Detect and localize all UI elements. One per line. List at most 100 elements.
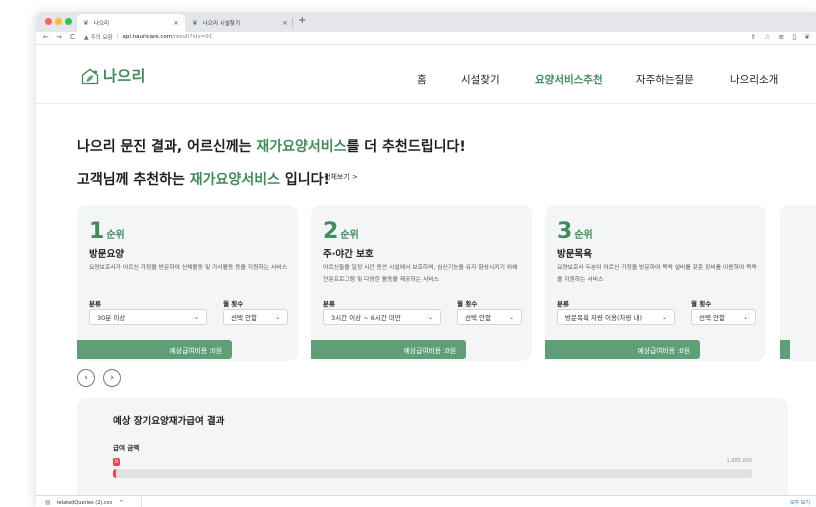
toolbar-actions: ⇪ ☆ ≡ ▯ ❦ [750, 33, 810, 41]
tab-close-icon[interactable]: × [282, 19, 288, 27]
select-value: 방문목욕 차량 이용(차량 내) [565, 314, 643, 322]
site-header: 나으리 홈 시설찾기 요양서비스추천 자주하는질문 나으리소개 [36, 46, 816, 104]
house-leaf-icon [81, 68, 99, 84]
sidebar-icon[interactable]: ▯ [792, 33, 796, 41]
tab-facility-search[interactable]: ❦ 나으리 시설찾기 × [186, 14, 294, 32]
estimated-cost-bar: 예상급여비용 :0원 [311, 340, 466, 359]
minimize-window-button[interactable] [55, 18, 62, 25]
frequency-select[interactable]: 선택 안함 ⌄ [691, 309, 756, 325]
star-icon[interactable]: ☆ [764, 33, 770, 41]
benefit-result-panel: 예상 장기요양재가급여 결과 급여 금액 0 1,885,000 [77, 398, 788, 507]
select-value: 30분 이상 [97, 314, 126, 322]
file-icon: ▤ [45, 499, 51, 506]
extensions-icon[interactable]: ≡ [778, 33, 784, 41]
tab-close-icon[interactable]: × [173, 19, 179, 27]
category-select[interactable]: 방문목욕 차량 이용(차량 내) ⌄ [557, 309, 675, 325]
tab-title: 나으리 [93, 21, 110, 27]
headline-highlight: 재가요양서비스 [256, 139, 347, 155]
nav-about[interactable]: 나으리소개 [730, 72, 778, 87]
rank-number: 1 [89, 219, 105, 244]
service-title: 방문목욕 [557, 249, 592, 260]
chevron-down-icon: ⌄ [193, 313, 199, 321]
site-logo[interactable]: 나으리 [80, 65, 146, 86]
current-amount-badge: 0 [113, 458, 120, 466]
back-button[interactable]: ← [43, 33, 49, 41]
url-path: /result?idx=91 [172, 34, 213, 40]
select-value: 선택 안함 [231, 314, 257, 322]
service-card-1: 1 순위 방문요양 요양보호사가 어르신 가정을 방문하여 신체활동 및 가사활… [77, 205, 298, 361]
tab-nauri[interactable]: ❦ 나으리 × [77, 14, 185, 32]
show-all-downloads-link[interactable]: 모두 보기 [790, 499, 810, 506]
address-bar[interactable]: ▲ 주의 요함 | api.nauricare.com/result?idx=9… [84, 33, 213, 42]
chevron-down-icon: ⌄ [508, 313, 514, 321]
select-value: 선택 안함 [465, 314, 491, 322]
tab-title: 나으리 시설찾기 [202, 21, 241, 27]
select-value: 3시간 이상 ~ 6시간 미만 [331, 314, 401, 322]
rank: 2 순위 [323, 219, 359, 244]
shelf-divider [141, 497, 142, 507]
headline-text-end: 를 더 추천드립니다! [346, 139, 466, 155]
share-icon[interactable]: ⇪ [750, 33, 756, 41]
rank-unit: 순위 [106, 230, 125, 241]
service-description: 요양보호사가 어르신 가정을 방문하여 신체활동 및 가사활동 등을 지원하는 … [89, 265, 287, 271]
headline-text: 고객님께 추천하는 [77, 172, 190, 188]
result-subtitle: 급여 금액 [113, 444, 140, 452]
reload-button[interactable]: C [70, 33, 75, 41]
nav-care-recommendation[interactable]: 요양서비스추천 [535, 72, 603, 87]
brand-name: 나으리 [103, 67, 146, 85]
new-tab-button[interactable]: + [298, 15, 306, 26]
browser-toolbar: ← → C ▲ 주의 요함 | api.nauricare.com/result… [36, 32, 816, 45]
tab-divider [292, 18, 293, 27]
service-title: 방문요양 [89, 249, 124, 260]
rank-unit: 순위 [574, 230, 593, 241]
chevron-down-icon: ⌄ [427, 313, 433, 321]
rank-unit: 순위 [340, 230, 359, 241]
address-separator: | [116, 34, 119, 40]
url-domain: api.nauricare.com [122, 34, 173, 40]
service-title: 주·야간 보호 [323, 249, 374, 260]
nav-home[interactable]: 홈 [417, 72, 427, 87]
max-amount-label: 1,885,000 [726, 458, 752, 464]
category-label: 분류 [89, 300, 101, 308]
warning-icon: ▲ [84, 33, 89, 41]
estimated-cost-bar: 예상급여비용 :0원 [545, 340, 700, 359]
nav-faq[interactable]: 자주하는질문 [636, 72, 694, 87]
estimated-cost-bar [780, 340, 790, 359]
frequency-select[interactable]: 선택 안함 ⌄ [223, 309, 288, 325]
see-all-link[interactable]: 전체보기 > [324, 172, 358, 182]
maximize-window-button[interactable] [65, 18, 72, 25]
headline-text-end: 입니다! [279, 172, 330, 188]
service-card-3: 3 순위 방문목욕 요양보호사 두분이 어르신 가정을 방문하여 목욕 설비를 … [545, 205, 766, 361]
frequency-select[interactable]: 선택 안함 ⌄ [457, 309, 522, 325]
nav-facility-search[interactable]: 시설찾기 [461, 72, 500, 87]
security-label: 주의 요함 [90, 35, 113, 41]
forward-button[interactable]: → [56, 33, 62, 41]
download-item[interactable]: ▤ relatedQueries (2).csv ^ [45, 499, 123, 506]
download-shelf: ▤ relatedQueries (2).csv ^ 모두 보기 [36, 495, 816, 507]
close-window-button[interactable] [45, 18, 52, 25]
category-select[interactable]: 30분 이상 ⌄ [89, 309, 207, 325]
headline-highlight: 재가요양서비스 [189, 172, 280, 188]
service-description: 어르신들을 일정 시간 동안 시설에서 보호하며, 심신기능을 유지·향상시키기… [323, 265, 518, 283]
result-title: 예상 장기요양재가급여 결과 [113, 416, 225, 427]
benefit-progress-fill [113, 469, 116, 478]
download-filename: relatedQueries (2).csv [56, 499, 113, 506]
category-select[interactable]: 3시간 이상 ~ 6시간 미만 ⌄ [323, 309, 441, 325]
tab-strip: ❦ 나으리 × ❦ 나으리 시설찾기 × + [36, 12, 816, 32]
chevron-up-icon[interactable]: ^ [119, 500, 123, 506]
service-description: 요양보호사 두분이 어르신 가정을 방문하여 목욕 설비를 갖춘 장비를 이용하… [557, 265, 757, 283]
carousel-next-button[interactable]: › [103, 369, 121, 387]
recommend-headline: 고객님께 추천하는 재가요양서비스 입니다! [77, 169, 330, 189]
headline-text: 나으리 문진 결과, 어르신께는 [77, 139, 257, 155]
browser-window: ❦ 나으리 × ❦ 나으리 시설찾기 × + ← → C ▲ 주의 요함 | a… [36, 12, 816, 507]
category-label: 분류 [557, 300, 569, 308]
rank: 1 순위 [89, 219, 125, 244]
profile-icon[interactable]: ❦ [804, 33, 810, 41]
service-card-2: 2 순위 주·야간 보호 어르신들을 일정 시간 동안 시설에서 보호하며, 심… [311, 205, 532, 361]
rank-number: 2 [323, 219, 339, 244]
chevron-down-icon: ⌄ [274, 313, 280, 321]
carousel-prev-button[interactable]: ‹ [77, 369, 95, 387]
frequency-label: 월 횟수 [691, 300, 712, 308]
rank-number: 3 [557, 219, 573, 244]
estimated-cost-bar: 예상급여비용 :0원 [77, 340, 232, 359]
